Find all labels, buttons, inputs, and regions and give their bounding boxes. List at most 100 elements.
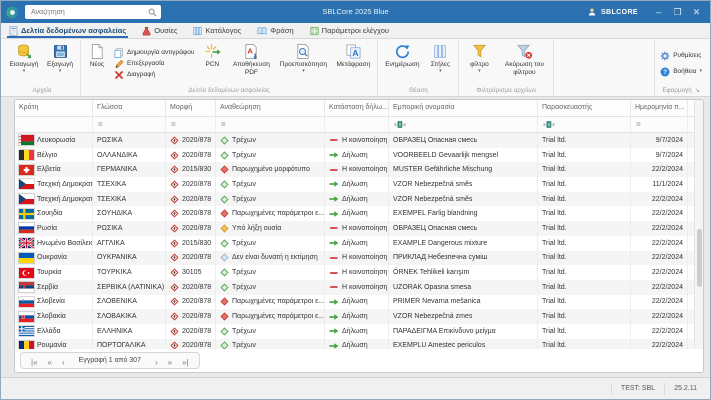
account-button[interactable]: SBLCORE xyxy=(577,7,648,17)
column-header-trade-name[interactable]: Εμπορική ονομασία xyxy=(389,100,538,116)
pencil-icon xyxy=(115,59,124,68)
first-record-button[interactable]: |« xyxy=(26,358,43,367)
filter-cell-language[interactable]: = xyxy=(93,117,166,132)
pcn-button[interactable]: PCN xyxy=(197,40,227,87)
table-row[interactable]: Τσεχική Δημοκρατία ΤΣΕΧΙΚΑ 2020/878 Τρέχων Δ… xyxy=(15,177,694,192)
maximize-button[interactable]: ❐ xyxy=(669,4,686,20)
date-label: 22/2/2024 xyxy=(651,166,683,174)
table-row[interactable]: Ρωσία ΡΩΣΙΚΑ 2020/878 Υπό λήξη ουσία Η κοινο… xyxy=(15,221,694,236)
ghs-pictogram-icon xyxy=(170,253,179,262)
filter-cell-revision[interactable]: = xyxy=(216,117,325,132)
tab-control-parameters[interactable]: Παράμετροι ελέγχου xyxy=(310,23,389,38)
search-box[interactable] xyxy=(25,5,161,19)
filter-button[interactable]: φίλτρο ▾ xyxy=(461,40,497,87)
table-row[interactable]: Τουρκία ΤΟΥΡΚΙΚΑ 30105 Τρέχων Η κοινοποίηση.… xyxy=(15,265,694,280)
close-button[interactable]: ✕ xyxy=(688,4,705,20)
notification-dash-icon xyxy=(329,256,338,259)
cell-trade-name: ОБРАЗЕЦ Опасная смесь xyxy=(389,221,538,236)
filter-cell-country[interactable] xyxy=(15,117,93,132)
format-label: 2020/878 xyxy=(182,151,212,159)
filter-cell-declaration-status[interactable] xyxy=(325,117,389,132)
column-header-declaration-status[interactable]: Κατάσταση δήλω... xyxy=(325,100,389,116)
cell-date: 22/2/2024 xyxy=(631,221,688,236)
next-page-button[interactable]: » xyxy=(163,358,177,367)
new-button[interactable]: Νέος xyxy=(83,40,111,87)
language-label: ΟΥΚΡΑΝΙΚΑ xyxy=(97,254,137,262)
cell-language: ΟΥΚΡΑΝΙΚΑ xyxy=(93,250,166,266)
columns-button[interactable]: Στήλες ▾ xyxy=(424,40,456,87)
vertical-scrollbar[interactable] xyxy=(694,100,703,349)
table-row[interactable]: Ελλάδα ΕΛΛΗΝΙΚΑ 2020/878 Τρέχων Δήλωση ΠΑΡΑΔΕ… xyxy=(15,323,694,339)
cell-declaration-status: Η κοινοποίηση... xyxy=(325,250,389,266)
duplicate-button[interactable]: Δημιουργία αντιγράφου xyxy=(114,47,194,58)
manufacturer-label: Trial ltd. xyxy=(542,151,567,159)
edit-button[interactable]: Επεξεργασία xyxy=(114,59,194,69)
save-pdf-button[interactable]: A Αποθήκευση PDF xyxy=(227,40,275,87)
cell-country: Σλοβενία xyxy=(15,294,93,310)
ribbon-group-filtering: φίλτρο ▾ Ακύρωση του φίλτρου Φιλτράρισμα αρχ… xyxy=(459,40,555,96)
delete-button[interactable]: Διαγραφή xyxy=(114,70,194,80)
tab-catalog[interactable]: Κατάλογος xyxy=(193,23,241,38)
filter-cell-format[interactable]: = xyxy=(166,117,216,132)
filter-cell-manufacturer[interactable] xyxy=(538,117,631,132)
scrollbar-thumb[interactable] xyxy=(696,229,702,288)
equals-filter-icon[interactable]: = xyxy=(171,120,176,129)
column-header-language[interactable]: Γλώσσα xyxy=(93,100,166,116)
filter-cell-date[interactable]: = xyxy=(631,117,688,132)
table-row[interactable]: Σερβία ΣΕΡΒΙΚΑ (ΛΑΤΙΝΙΚΑ) 2020/878 Τρέχων Η … xyxy=(15,279,694,295)
settings-button[interactable]: Ρυθμίσεις xyxy=(660,51,702,61)
minimize-button[interactable]: – xyxy=(650,4,667,20)
cancel-filter-button[interactable]: Ακύρωση του φίλτρου xyxy=(497,40,551,87)
format-label: 2020/878 xyxy=(182,136,212,144)
cell-date: 11/1/2024 xyxy=(631,177,688,192)
cell-country: Σουηδία xyxy=(15,206,93,222)
cell-date: 22/2/2024 xyxy=(631,265,688,280)
search-icon[interactable] xyxy=(148,8,157,17)
notification-dash-icon xyxy=(329,168,338,171)
next-record-button[interactable]: › xyxy=(150,358,163,367)
search-input[interactable] xyxy=(29,7,148,17)
help-button[interactable]: ? Βοήθεια ▾ xyxy=(660,67,702,77)
column-header-manufacturer[interactable]: Παρασκευαστής xyxy=(538,100,631,116)
tab-phrase[interactable]: Φράση xyxy=(257,23,294,38)
column-header-country[interactable]: Κράτη xyxy=(15,100,93,116)
table-row[interactable]: Βέλγιο ΟΛΛΑΝΔΙΚΑ 2020/878 Τρέχων Δήλωση VOORB… xyxy=(15,147,694,163)
ghs-pictogram-icon xyxy=(170,151,179,160)
table-row[interactable]: Σλοβακία ΣΛΟΒΑΚΙΚΑ 2020/878 Παρωχημένες παρ… xyxy=(15,309,694,324)
filter-cell-trade-name[interactable] xyxy=(389,117,538,132)
table-row[interactable]: Σουηδία ΣΟΥΗΔΙΚΑ 2020/878 Παρωχημένες παράμ… xyxy=(15,206,694,222)
format-label: 2015/830 xyxy=(182,166,212,174)
cell-language: ΣΟΥΗΔΙΚΑ xyxy=(93,206,166,222)
trade-name-label: PRIMER Nevarna mešanica xyxy=(393,298,481,306)
control-parameters-icon xyxy=(310,26,319,35)
prev-record-button[interactable]: ‹ xyxy=(57,358,70,367)
format-label: 2020/878 xyxy=(182,195,212,203)
tab-sds[interactable]: Δελτία δεδομένων ασφαλείας xyxy=(6,23,129,38)
table-row[interactable]: Σλοβενία ΣΛΟΒΕΝΙΚΑ 2020/878 Παρωχημένες παρ… xyxy=(15,294,694,310)
cell-trade-name: ПРИКЛАД Небезпечна суміш xyxy=(389,250,538,266)
import-button[interactable]: Εισαγωγή ▾ xyxy=(6,40,42,87)
column-header-revision[interactable]: Αναθεώρηση xyxy=(216,100,325,116)
equals-filter-icon[interactable]: = xyxy=(636,120,641,129)
table-row[interactable]: Λευκορωσία ΡΩΣΙΚΑ 2020/878 Τρέχων Η κοινοποί… xyxy=(15,133,694,148)
translate-button[interactable]: A Μετάφραση xyxy=(331,40,375,87)
preview-button[interactable]: Προεπισκόπηση ▾ xyxy=(275,40,331,87)
equals-filter-icon[interactable]: = xyxy=(221,120,226,129)
last-record-button[interactable]: »| xyxy=(177,358,194,367)
export-button[interactable]: Εξαγωγή ▾ xyxy=(42,40,78,87)
declaration-status-label: Η κοινοποίηση... xyxy=(342,136,389,144)
column-header-date[interactable]: Ημερομηνία π... xyxy=(631,100,688,116)
prev-page-button[interactable]: « xyxy=(43,358,57,367)
tab-substances[interactable]: Ουσίες xyxy=(142,23,177,38)
country-label: Ελβετία xyxy=(37,166,61,174)
table-row[interactable]: Ελβετία ΓΕΡΜΑΝΙΚΑ 2015/830 Παρωχημένο μορφό… xyxy=(15,162,694,178)
revision-status-ok-icon xyxy=(220,180,229,189)
table-row[interactable]: Ηνωμένο Βασίλειο ΑΓΓΛΙΚΑ 2015/830 Τρέχων Δήλ… xyxy=(15,235,694,251)
dialog-launcher-icon[interactable]: ↘ xyxy=(695,87,700,94)
table-row[interactable]: Τσεχική Δημοκρατία ΤΣΕΧΙΚΑ 2020/878 Τρέχων Δ… xyxy=(15,191,694,207)
equals-filter-icon[interactable]: = xyxy=(98,120,103,129)
trade-name-label: VZOR Nebezpečná směs xyxy=(393,180,473,188)
column-header-format[interactable]: Μορφή xyxy=(166,100,216,116)
refresh-button[interactable]: Ενημέρωση xyxy=(380,40,424,87)
table-row[interactable]: Ουκρανία ΟΥΚΡΑΝΙΚΑ 2020/878 Δεν είναι δυνατ… xyxy=(15,250,694,266)
